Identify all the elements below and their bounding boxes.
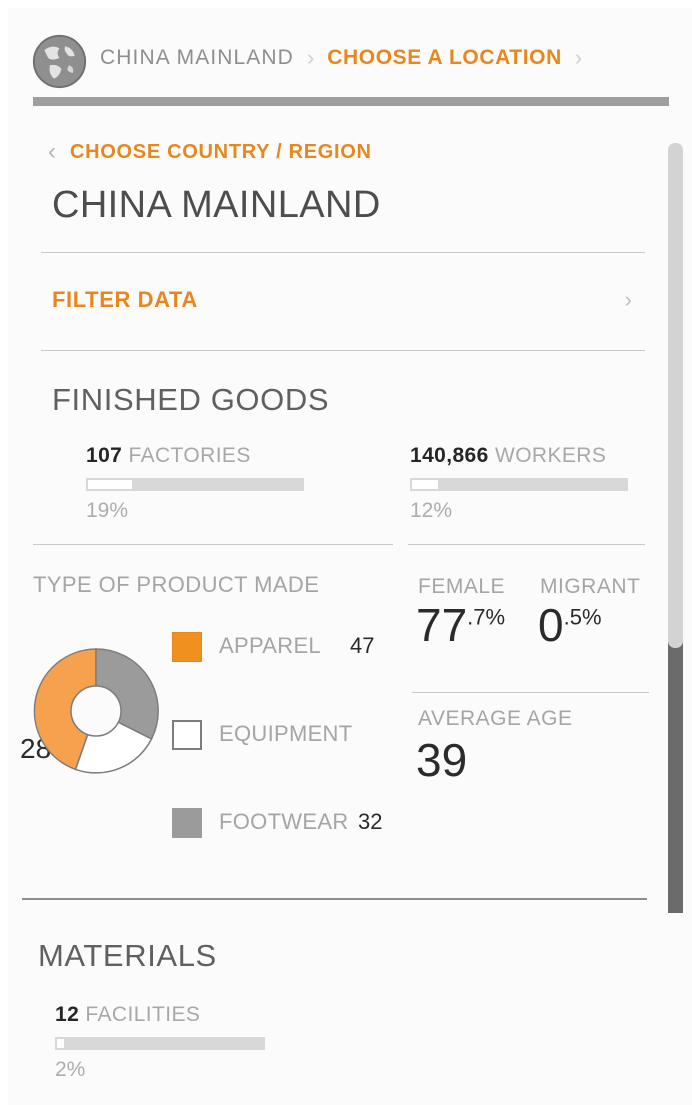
filter-data-label: FILTER DATA <box>52 287 198 312</box>
stat-workers-percent: 12% <box>410 499 453 522</box>
chevron-right-icon: › <box>306 45 315 70</box>
legend-item-equipment[interactable]: EQUIPMENT 26.2% <box>172 716 402 804</box>
legend-count-footwear: 32 <box>358 809 383 834</box>
legend-swatch-equipment <box>172 720 202 750</box>
legend-label-apparel: APPAREL <box>219 633 321 658</box>
back-label: CHOOSE COUNTRY / REGION <box>70 140 372 163</box>
stat-factories-bar-fill <box>88 480 132 489</box>
page-edge-left <box>0 0 8 1105</box>
legend-swatch-apparel <box>172 632 202 662</box>
stat-facilities: 12 FACILITIES 2% <box>55 1003 265 1082</box>
label-average-age: AVERAGE AGE <box>418 707 573 730</box>
chevron-right-icon: › <box>574 45 583 70</box>
page-edge-top <box>0 0 692 8</box>
stat-workers: 140,866 WORKERS 12% <box>410 444 628 523</box>
label-female: FEMALE <box>418 575 506 598</box>
divider-filter <box>41 350 645 351</box>
stat-facilities-bar-fill <box>57 1039 64 1048</box>
breadcrumb-header: CHINA MAINLAND › CHOOSE A LOCATION › <box>8 8 684 92</box>
stat-factories-value: 107 <box>86 444 123 467</box>
chevron-left-icon: ‹ <box>48 138 56 165</box>
stat-workers-bar-fill <box>412 480 438 489</box>
filter-data-button[interactable]: FILTER DATA › <box>52 287 632 313</box>
stat-factories-percent: 19% <box>86 499 129 522</box>
legend-swatch-footwear <box>172 808 202 838</box>
stat-facilities-head: 12 FACILITIES <box>55 1003 265 1027</box>
legend-label-footwear: FOOTWEAR <box>219 809 349 834</box>
stat-facilities-percent: 2% <box>55 1058 86 1081</box>
stat-workers-value: 140,866 <box>410 444 489 467</box>
chart-title-product-type: TYPE OF PRODUCT MADE <box>33 572 320 597</box>
legend-item-footwear[interactable]: FOOTWEAR 32 29.9% <box>172 804 402 892</box>
product-type-donut-chart <box>30 645 162 777</box>
scrollbar-track-filled[interactable] <box>668 641 683 913</box>
header-divider <box>33 97 669 106</box>
globe-icon <box>32 34 87 89</box>
product-type-legend: APPAREL 47 43.9% EQUIPMENT 26.2% FOOTWEA… <box>172 628 402 892</box>
section-title-materials: MATERIALS <box>38 938 217 973</box>
value-female: 77.7% <box>416 599 506 651</box>
breadcrumb: CHINA MAINLAND › CHOOSE A LOCATION › <box>100 38 582 78</box>
breadcrumb-item-country[interactable]: CHINA MAINLAND <box>100 46 294 70</box>
legend-percent-apparel: 43.9% <box>219 666 282 691</box>
value-migrant: 0.5% <box>538 599 602 651</box>
stat-facilities-value: 12 <box>55 1003 80 1026</box>
section-title-finished-goods: FINISHED GOODS <box>52 382 330 417</box>
location-detail-screen: CHINA MAINLAND › CHOOSE A LOCATION › ‹ C… <box>0 0 692 1105</box>
stat-factories-unit: FACTORIES <box>128 444 251 467</box>
legend-count-apparel: 47 <box>350 633 375 658</box>
stat-factories-head: 107 FACTORIES <box>86 444 304 468</box>
legend-label-equipment: EQUIPMENT <box>219 721 353 746</box>
stat-workers-bar <box>410 478 628 491</box>
label-migrant: MIGRANT <box>540 575 641 598</box>
divider-average-age <box>412 692 649 693</box>
value-average-age: 39 <box>416 734 468 786</box>
legend-percent-footwear: 29.9% <box>219 842 282 867</box>
scrollbar-thumb[interactable] <box>668 143 683 648</box>
stat-factories-bar <box>86 478 304 491</box>
stat-facilities-bar <box>55 1037 265 1050</box>
stat-workers-unit: WORKERS <box>494 444 607 467</box>
divider-materials <box>22 898 647 900</box>
legend-item-apparel[interactable]: APPAREL 47 43.9% <box>172 628 402 716</box>
breadcrumb-item-choose-location[interactable]: CHOOSE A LOCATION <box>327 46 562 70</box>
stat-workers-head: 140,866 WORKERS <box>410 444 628 468</box>
stat-factories: 107 FACTORIES 19% <box>86 444 304 523</box>
donut-hole <box>70 685 122 737</box>
page-title: CHINA MAINLAND <box>52 184 381 226</box>
chevron-right-icon: › <box>624 287 632 312</box>
legend-percent-equipment: 26.2% <box>219 768 282 793</box>
divider-title <box>41 252 645 253</box>
back-to-country-list[interactable]: ‹ CHOOSE COUNTRY / REGION <box>48 140 372 164</box>
divider-chart-left <box>33 544 393 545</box>
divider-chart-right <box>408 544 645 545</box>
section-materials: MATERIALS 12 FACILITIES 2% <box>0 905 660 1105</box>
stat-facilities-unit: FACILITIES <box>85 1003 201 1026</box>
